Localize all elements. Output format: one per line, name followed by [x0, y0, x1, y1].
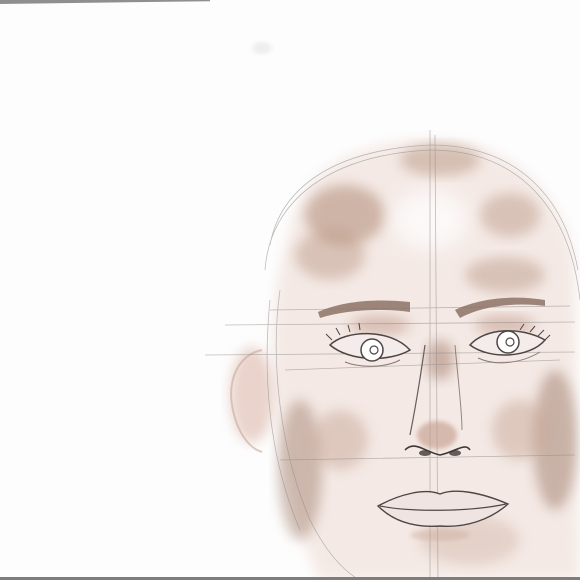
- temple-shadow-right: [465, 257, 545, 293]
- face-sketch: [204, 42, 580, 580]
- cheek-shadow-left: [278, 400, 322, 540]
- ear: [230, 347, 274, 443]
- cheek-blush-left: [312, 410, 368, 470]
- forehead-shadow-right: [480, 193, 540, 237]
- temple-shadow-left: [295, 230, 365, 280]
- cheek-blush-right: [492, 400, 548, 460]
- canvas-smudge: [252, 42, 272, 54]
- drawing-canvas[interactable]: [0, 0, 580, 580]
